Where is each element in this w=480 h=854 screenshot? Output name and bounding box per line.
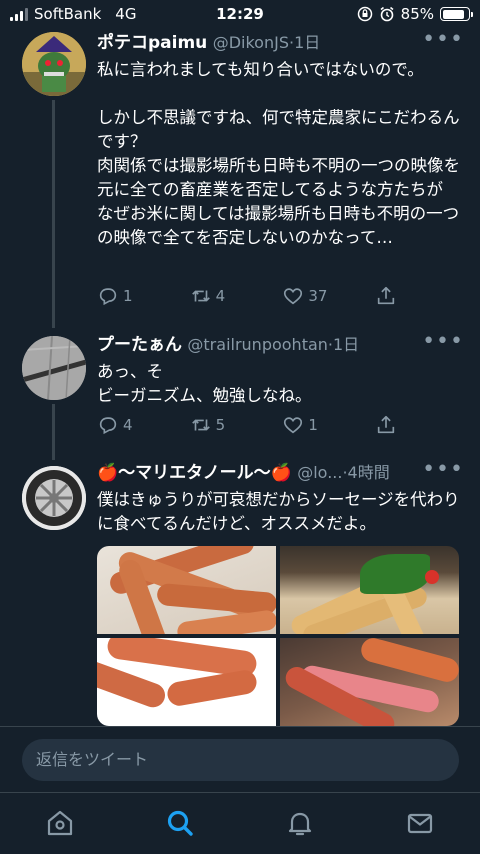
sausage-photo-1[interactable] <box>97 546 276 634</box>
reply-button[interactable]: 4 <box>97 414 190 436</box>
thread-line <box>52 100 55 320</box>
tweet[interactable]: プーたぁん @trailrunpoohtan·1日 ••• あっ、そ ビーガニズ… <box>0 320 480 460</box>
sausage-photo-4[interactable] <box>280 638 459 726</box>
like-count: 37 <box>308 287 328 305</box>
user-handle[interactable]: @lo... <box>297 463 342 482</box>
more-options-icon[interactable]: ••• <box>422 459 464 481</box>
like-count: 1 <box>308 416 318 434</box>
like-button[interactable]: 1 <box>282 414 375 436</box>
thread-line-top <box>52 320 55 328</box>
mail-icon <box>407 813 433 834</box>
like-button[interactable]: 37 <box>282 285 375 307</box>
battery-icon <box>440 7 473 21</box>
display-name[interactable]: プーたぁん <box>97 335 182 355</box>
bell-icon <box>288 812 312 836</box>
tab-messages[interactable] <box>404 807 436 839</box>
retweet-button[interactable]: 4 <box>190 285 283 307</box>
share-icon <box>377 286 395 305</box>
retweet-icon <box>191 419 210 431</box>
tweet-text: 私に言われましても知り合いではないので。 しかし不思議ですね、何で特定農家にこだ… <box>97 60 460 247</box>
tab-home[interactable] <box>44 807 76 839</box>
more-options-icon[interactable]: ••• <box>422 331 464 353</box>
retweet-count: 5 <box>215 416 226 434</box>
sausage-photo-3[interactable] <box>97 638 276 726</box>
display-name[interactable]: 🍎〜マリエタノール〜🍎 <box>97 463 292 483</box>
tweet-text: 僕はきゅうりが可哀想だからソーセージを代わりに食べてるんだけど、オススメだよ。 <box>97 490 460 533</box>
orientation-lock-icon <box>357 6 372 22</box>
tweet-text: あっ、そ ビーガニズム、勉強しなね。 <box>97 362 312 405</box>
tweet-time[interactable]: 1日 <box>294 33 320 52</box>
tweet-time[interactable]: 1日 <box>333 335 359 354</box>
display-name[interactable]: ポテコpaimu <box>97 33 207 53</box>
retweet-icon <box>191 290 210 302</box>
tab-bar <box>0 792 480 854</box>
reply-count: 1 <box>123 287 133 305</box>
reply-button[interactable]: 1 <box>97 285 190 307</box>
share-button[interactable] <box>375 414 397 436</box>
heart-icon <box>284 417 303 434</box>
battery-percent: 85% <box>400 5 434 23</box>
tweet[interactable]: ポテコpaimu @DikonJS·1日 ••• 私に言われましても知り合いでは… <box>0 29 480 320</box>
user-handle[interactable]: @DikonJS <box>213 33 289 52</box>
retweet-count: 4 <box>215 287 226 305</box>
avatar[interactable] <box>22 336 86 400</box>
tab-search[interactable] <box>164 807 196 839</box>
thread-line <box>52 404 55 460</box>
sausage-photo-2[interactable] <box>280 546 459 634</box>
search-icon <box>167 810 193 836</box>
avatar[interactable] <box>22 32 86 96</box>
retweet-button[interactable]: 5 <box>190 414 283 436</box>
media-grid[interactable] <box>97 546 459 726</box>
reply-bar: 返信をツイート <box>0 726 480 792</box>
reply-icon <box>99 417 117 435</box>
tweet-time[interactable]: 4時間 <box>348 463 390 482</box>
reply-count: 4 <box>123 416 133 434</box>
thread-line-top <box>52 454 55 458</box>
avatar[interactable] <box>22 466 86 530</box>
reply-icon <box>99 288 117 306</box>
share-icon <box>377 415 395 434</box>
share-button[interactable] <box>375 285 397 307</box>
more-options-icon[interactable]: ••• <box>422 29 464 51</box>
alarm-icon <box>380 6 394 22</box>
home-icon <box>47 810 73 836</box>
user-handle[interactable]: @trailrunpoohtan <box>187 335 328 354</box>
status-bar: SoftBank 4G 12:29 85% <box>0 0 480 30</box>
tab-notifications[interactable] <box>284 807 316 839</box>
reply-input[interactable]: 返信をツイート <box>22 739 459 781</box>
heart-icon <box>284 288 303 305</box>
